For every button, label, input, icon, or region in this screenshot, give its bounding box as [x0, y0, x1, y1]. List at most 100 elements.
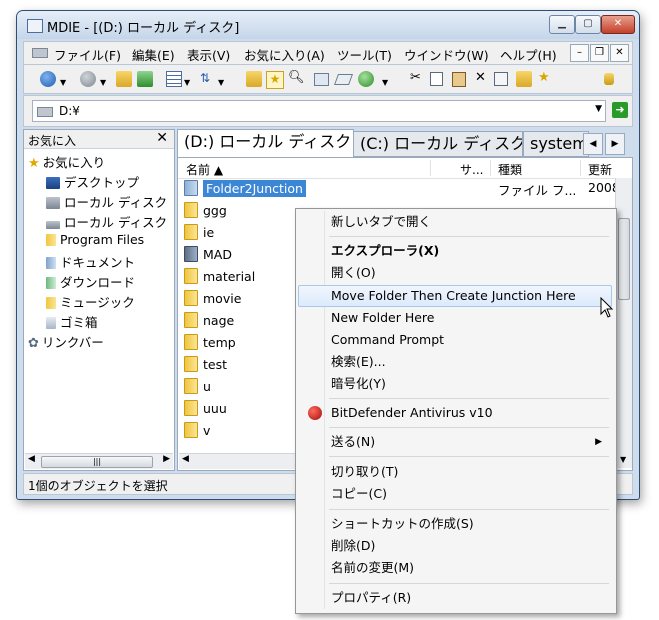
tree-item-desktop[interactable]: デスクトップ — [46, 172, 139, 191]
menu-item-delete[interactable]: 削除(D) — [298, 535, 612, 557]
favorites-star-icon[interactable]: ★ — [266, 71, 284, 89]
list-item[interactable]: movie — [184, 290, 241, 310]
scroll-left-icon[interactable]: ◀ — [28, 454, 35, 464]
menu-item-search[interactable]: 検索(E)... — [298, 351, 612, 373]
view-dropdown-icon[interactable]: ▼ — [184, 74, 190, 92]
maximize-button[interactable]: ▢ — [575, 15, 601, 34]
menu-edit[interactable]: 編集(E) — [132, 45, 175, 64]
tree-item-favorites[interactable]: ★ お気に入り — [28, 152, 105, 171]
minimize-button[interactable]: ▁ — [549, 15, 575, 34]
tree-item-local-disk-2[interactable]: ローカル ディスク — [46, 212, 167, 231]
file-list-vscrollbar[interactable]: ▼ — [615, 178, 632, 468]
close-button[interactable]: ✕ — [601, 15, 635, 34]
paste-icon[interactable] — [452, 72, 466, 87]
address-input[interactable]: D:¥ ▼ — [32, 100, 606, 122]
address-dropdown-icon[interactable]: ▼ — [595, 104, 602, 114]
mdi-minimize-button[interactable]: – — [570, 44, 589, 62]
file-list-hscrollbar[interactable]: ◀ — [179, 453, 299, 469]
lock-icon[interactable] — [604, 73, 614, 85]
image-icon[interactable] — [314, 73, 329, 86]
list-item-folder2junction[interactable]: Folder2Junction ファイル フ... 2008 — [184, 180, 620, 200]
column-type[interactable]: 種類 — [498, 161, 522, 177]
mdi-restore-button[interactable]: ❐ — [590, 44, 609, 62]
menu-item-move-folder-create-junction[interactable]: Move Folder Then Create Junction Here — [298, 285, 612, 307]
tree-item-local-disk-1[interactable]: ローカル ディスク — [46, 192, 167, 211]
menu-item-rename[interactable]: 名前の変更(M) — [298, 557, 612, 579]
list-item[interactable]: u — [184, 378, 211, 398]
properties-icon[interactable] — [494, 72, 508, 86]
favorites-close-icon[interactable]: ✕ — [156, 130, 168, 146]
column-size[interactable]: サ... — [460, 161, 483, 177]
column-divider[interactable] — [580, 160, 581, 176]
back-dropdown-icon[interactable]: ▼ — [60, 74, 66, 92]
eraser-icon[interactable] — [333, 74, 354, 85]
tree-item-music[interactable]: ミュージック — [46, 292, 135, 311]
globe-icon[interactable] — [358, 71, 374, 87]
sort-dropdown-icon[interactable]: ▼ — [218, 74, 224, 92]
favorites-hscrollbar[interactable]: ◀ ||| ▶ — [25, 453, 173, 469]
menu-item-send-to[interactable]: 送る(N) ▶ — [298, 431, 612, 453]
menu-help[interactable]: ヘルプ(H) — [500, 45, 557, 64]
list-item[interactable]: v — [184, 422, 210, 442]
menu-favorites[interactable]: お気に入り(A) — [244, 45, 325, 64]
forward-dropdown-icon[interactable]: ▼ — [100, 74, 106, 92]
tab-d-drive[interactable]: (D:) ローカル ディスク — [177, 129, 354, 158]
menu-item-new-folder-here[interactable]: New Folder Here — [298, 307, 612, 329]
scroll-down-icon[interactable]: ▼ — [620, 455, 626, 464]
column-divider[interactable] — [490, 160, 491, 176]
globe-dropdown-icon[interactable]: ▼ — [382, 74, 388, 92]
tree-item-downloads[interactable]: ダウンロード — [46, 272, 135, 291]
menu-view[interactable]: 表示(V) — [187, 45, 230, 64]
menu-tools[interactable]: ツール(T) — [337, 45, 392, 64]
column-divider[interactable] — [430, 160, 431, 176]
list-item[interactable]: nage — [184, 312, 234, 332]
list-item[interactable]: ggg — [184, 202, 227, 222]
tab-scroll-left-icon[interactable]: ◀ — [583, 133, 603, 155]
up-folder-icon[interactable] — [116, 71, 132, 87]
copy-icon[interactable] — [430, 72, 443, 86]
menu-window[interactable]: ウインドウ(W) — [404, 45, 489, 64]
tab-c-drive[interactable]: (C:) ローカル ディスク — [353, 131, 523, 157]
list-item[interactable]: test — [184, 356, 227, 376]
star-icon[interactable]: ★ — [538, 69, 550, 87]
column-modified[interactable]: 更新 — [588, 161, 612, 177]
tree-item-documents[interactable]: ドキュメント — [46, 252, 135, 271]
scroll-left-icon[interactable]: ◀ — [182, 454, 189, 464]
menu-item-create-shortcut[interactable]: ショートカットの作成(S) — [298, 513, 612, 535]
list-item[interactable]: uuu — [184, 400, 227, 420]
cut-icon[interactable]: ✂ — [410, 69, 421, 87]
menu-item-explorer[interactable]: エクスプローラ(X) — [298, 240, 612, 262]
scroll-right-icon[interactable]: ▶ — [163, 454, 170, 464]
menu-item-copy[interactable]: コピー(C) — [298, 483, 612, 505]
title-bar[interactable]: MDIE - [(D:) ローカル ディスク] ▁ ▢ ✕ — [17, 11, 639, 39]
delete-icon[interactable]: ✕ — [475, 69, 486, 87]
list-item[interactable]: material — [184, 268, 255, 288]
mdi-close-button[interactable]: ✕ — [610, 44, 629, 62]
go-arrow-icon[interactable]: ➜ — [612, 102, 628, 118]
scroll-thumb[interactable]: ||| — [41, 456, 153, 468]
back-icon[interactable] — [40, 71, 56, 87]
tree-item-recycle-bin[interactable]: ゴミ箱 — [46, 312, 98, 331]
list-item[interactable]: temp — [184, 334, 236, 354]
view-icon[interactable] — [166, 71, 182, 87]
menu-item-bitdefender[interactable]: BitDefender Antivirus v10 — [298, 402, 612, 424]
menu-file[interactable]: ファイル(F) — [54, 45, 121, 64]
menu-item-command-prompt[interactable]: Command Prompt — [298, 329, 612, 351]
tab-scroll-right-icon[interactable]: ▶ — [605, 133, 625, 155]
list-item[interactable]: MAD — [184, 246, 232, 266]
refresh-icon[interactable] — [137, 71, 153, 87]
forward-icon[interactable] — [80, 71, 96, 87]
menu-item-open-in-new-tab[interactable]: 新しいタブで開く — [298, 211, 612, 233]
new-folder-icon[interactable] — [516, 71, 532, 87]
menu-item-encrypt[interactable]: 暗号化(Y) — [298, 373, 612, 395]
tree-item-links-bar[interactable]: ✿ リンクバー — [28, 332, 104, 351]
column-name[interactable]: 名前 ▲ — [186, 161, 223, 177]
folder-icon[interactable] — [246, 71, 262, 87]
tree-item-program-files[interactable]: Program Files — [46, 232, 144, 247]
search-icon[interactable]: 🔍︎ — [288, 69, 305, 87]
menu-item-properties[interactable]: プロパティ(R) — [298, 587, 612, 609]
tab-system[interactable]: system — [523, 131, 589, 157]
scroll-thumb[interactable] — [618, 218, 630, 300]
menu-item-cut[interactable]: 切り取り(T) — [298, 461, 612, 483]
menu-item-open[interactable]: 開く(O) — [298, 262, 612, 284]
